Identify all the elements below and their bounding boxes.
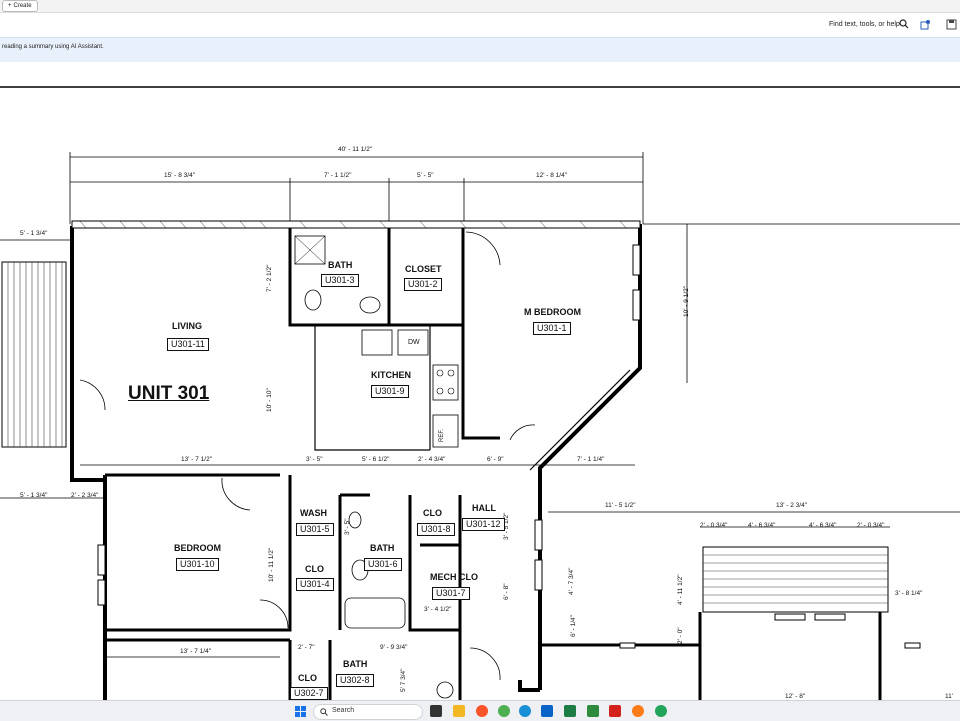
dim-label: 12' - 8 1/4" bbox=[536, 172, 568, 179]
room-id-tag: U302-7 bbox=[290, 687, 328, 700]
room-label: BATH bbox=[343, 659, 368, 669]
room-id-tag: U302-8 bbox=[336, 674, 374, 687]
outlook-icon[interactable] bbox=[541, 705, 553, 717]
dim-label: 6' - 1/4" bbox=[570, 615, 577, 637]
fridge-label: REF. bbox=[439, 428, 445, 442]
room-label: CLO bbox=[298, 673, 317, 683]
dim-label: 9' - 9 3/4" bbox=[380, 644, 408, 651]
firefox-icon[interactable] bbox=[632, 705, 644, 717]
document-canvas[interactable]: 40' - 11 1/2" 15' - 8 3/4" 7' - 1 1/2" 5… bbox=[0, 62, 960, 700]
task-view-icon[interactable] bbox=[430, 705, 442, 717]
create-button[interactable]: + Create bbox=[2, 0, 38, 12]
taskbar-search-label: Search bbox=[332, 707, 355, 714]
dim-label: 10' - 10" bbox=[266, 388, 273, 412]
dim-label: 12' - 8" bbox=[785, 693, 806, 700]
room-id-tag: U301-3 bbox=[321, 274, 359, 287]
dim-label: 10' - 11 1/2" bbox=[268, 547, 275, 582]
app-top-bar: + Create bbox=[0, 0, 960, 13]
room-id-tag: U301-12 bbox=[462, 518, 505, 531]
create-label: Create bbox=[13, 3, 32, 9]
ai-assistant-banner: reading a summary using AI Assistant. bbox=[0, 37, 960, 63]
room-label: BEDROOM bbox=[174, 543, 221, 553]
dim-label: 5' - 1 3/4" bbox=[20, 230, 48, 237]
toolbar: Find text, tools, or help bbox=[0, 13, 960, 37]
search-icon[interactable] bbox=[899, 19, 909, 29]
dim-label: 11' - 5 1/2" bbox=[605, 502, 636, 509]
dim-label: 4' - 6 3/4" bbox=[748, 522, 776, 529]
dim-label: 13' - 7 1/4" bbox=[180, 648, 212, 655]
dim-label: 2' - 7" bbox=[298, 644, 315, 651]
acrobat-icon[interactable] bbox=[609, 705, 621, 717]
save-icon[interactable] bbox=[946, 19, 957, 30]
room-id-tag: U301-7 bbox=[432, 587, 470, 600]
dim-label: 4' - 11 1/2" bbox=[677, 574, 684, 605]
share-icon[interactable] bbox=[920, 19, 931, 30]
room-id-tag: U301-2 bbox=[404, 278, 442, 291]
dim-label: 3' - 8 1/4" bbox=[895, 590, 923, 597]
chrome-icon[interactable] bbox=[498, 705, 510, 717]
room-label: KITCHEN bbox=[371, 370, 411, 380]
room-id-tag: U301-1 bbox=[533, 322, 571, 335]
room-label: MECH CLO bbox=[430, 572, 478, 582]
dim-label: 10' - 9 1/2" bbox=[683, 285, 690, 317]
dim-label: 2' - 0 3/4" bbox=[700, 522, 728, 529]
room-label: BATH bbox=[328, 260, 353, 270]
brave-browser-icon[interactable] bbox=[476, 705, 488, 717]
windows-start-icon[interactable] bbox=[295, 706, 306, 717]
dim-label: 15' - 8 3/4" bbox=[164, 172, 196, 179]
floor-plan-drawing bbox=[0, 86, 960, 700]
room-id-tag: U301-9 bbox=[371, 385, 409, 398]
notification-app-icon[interactable] bbox=[655, 705, 667, 717]
dim-label: 4' - 6 3/4" bbox=[809, 522, 837, 529]
dishwasher-label: DW bbox=[408, 339, 420, 346]
dim-label: 3' - 5" bbox=[306, 456, 323, 463]
dim-overall: 40' - 11 1/2" bbox=[338, 146, 373, 153]
dim-label: 7' - 1 1/4" bbox=[577, 456, 605, 463]
dim-label: 4' - 7 3/4" bbox=[568, 567, 575, 595]
room-label: CLOSET bbox=[405, 264, 442, 274]
room-id-tag: U301-4 bbox=[296, 578, 334, 591]
room-id-tag: U301-8 bbox=[417, 523, 455, 536]
dim-label: 3' - 5" bbox=[344, 518, 351, 535]
dim-label: 11' bbox=[945, 693, 953, 700]
room-id-tag: U301-6 bbox=[364, 558, 402, 571]
os-taskbar: Search bbox=[0, 700, 960, 721]
dim-label: 13' - 2 3/4" bbox=[776, 502, 808, 509]
excel-icon-secondary[interactable] bbox=[587, 705, 599, 717]
dim-label: 7' - 2 1/2" bbox=[266, 264, 273, 292]
excel-icon[interactable] bbox=[564, 705, 576, 717]
room-label: M BEDROOM bbox=[524, 307, 581, 317]
dim-label: 5' - 6 1/2" bbox=[362, 456, 390, 463]
dim-label: 6' - 8" bbox=[503, 583, 510, 600]
dim-label: 6' - 9" bbox=[487, 456, 504, 463]
room-label: CLO bbox=[423, 508, 442, 518]
dim-label: 2' - 0 3/4" bbox=[857, 522, 885, 529]
search-icon bbox=[320, 708, 328, 716]
dim-label: 13' - 7 1/2" bbox=[181, 456, 213, 463]
dim-label: 3' - 4 1/2" bbox=[424, 606, 452, 613]
edge-icon[interactable] bbox=[519, 705, 531, 717]
dim-label: 5' - 5" bbox=[417, 172, 434, 179]
dim-label: 2' - 0" bbox=[677, 627, 684, 644]
find-text-link[interactable]: Find text, tools, or help bbox=[829, 21, 900, 28]
banner-text: reading a summary using AI Assistant. bbox=[2, 44, 104, 50]
dim-label: 2' - 2 3/4" bbox=[71, 492, 99, 499]
plus-icon: + bbox=[8, 3, 12, 9]
dim-label: 5' - 1 3/4" bbox=[20, 492, 48, 499]
room-label: HALL bbox=[472, 503, 496, 513]
room-label: CLO bbox=[305, 564, 324, 574]
unit-title: UNIT 301 bbox=[128, 383, 210, 404]
taskbar-search-box[interactable]: Search bbox=[313, 704, 423, 720]
dim-label: 7' - 1 1/2" bbox=[324, 172, 352, 179]
file-explorer-icon[interactable] bbox=[453, 705, 465, 717]
dim-label: 2' - 4 3/4" bbox=[418, 456, 446, 463]
room-id-tag: U301-11 bbox=[167, 338, 209, 351]
dim-label: 5' 7 3/4" bbox=[400, 668, 407, 692]
room-label: WASH bbox=[300, 508, 327, 518]
room-label: LIVING bbox=[172, 321, 203, 331]
room-id-tag: U301-5 bbox=[296, 523, 334, 536]
room-id-tag: U301-10 bbox=[176, 558, 219, 571]
room-label: BATH bbox=[370, 543, 395, 553]
